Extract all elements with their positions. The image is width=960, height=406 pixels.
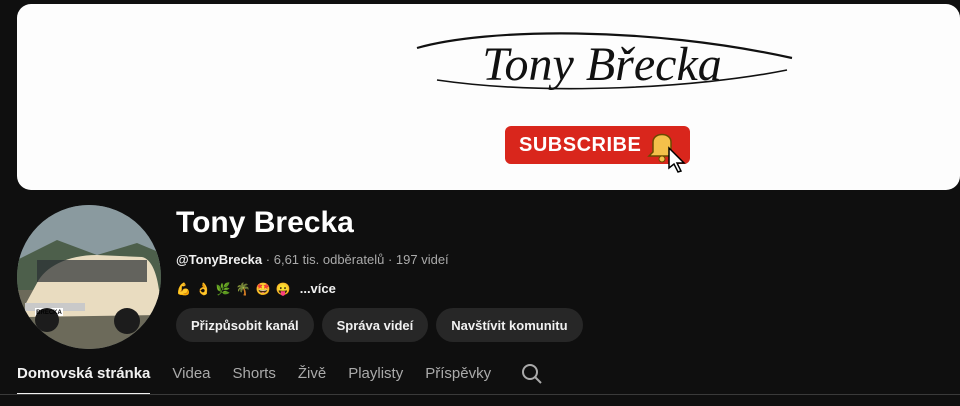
banner-subscribe-graphic: SUBSCRIBE (505, 126, 690, 173)
subscriber-count: 6,61 tis. odběratelů (273, 252, 385, 267)
tab-home[interactable]: Domovská stránka (17, 355, 151, 395)
channel-name: Tony Brecka (176, 206, 354, 239)
video-count: 197 videí (395, 252, 449, 267)
channel-tabs: Domovská stránka Videa Shorts Živě Playl… (17, 355, 960, 395)
channel-banner: Tony Břecka SUBSCRIBE (17, 4, 960, 190)
customize-channel-button[interactable]: Přizpůsobit kanál (176, 308, 314, 342)
tab-posts[interactable]: Příspěvky (425, 355, 491, 393)
tab-playlists[interactable]: Playlisty (348, 355, 403, 393)
avatar-plate-text: BRECKA (36, 310, 62, 316)
emoji-palm: 🌴 (235, 281, 251, 296)
emoji-herb: 🌿 (215, 281, 231, 296)
emoji-star-struck: 🤩 (255, 281, 271, 296)
channel-action-buttons: Přizpůsobit kanál Správa videí Navštívit… (176, 308, 583, 342)
banner-logo: Tony Břecka (416, 32, 793, 91)
tabs-divider (0, 394, 960, 395)
manage-videos-button[interactable]: Správa videí (321, 308, 429, 342)
channel-description[interactable]: 💪 👌 🌿 🌴 🤩 😛 ...více (176, 281, 336, 296)
channel-avatar[interactable]: BRECKA (17, 205, 161, 349)
tab-shorts[interactable]: Shorts (233, 355, 276, 393)
emoji-flexed-biceps: 💪 (176, 281, 191, 296)
tab-live[interactable]: Živě (298, 355, 326, 393)
bell-icon (647, 133, 686, 173)
banner-logo-text: Tony Břecka (482, 38, 722, 91)
subscribe-label: SUBSCRIBE (519, 133, 642, 156)
search-icon[interactable] (521, 355, 543, 390)
tab-videos[interactable]: Videa (172, 355, 210, 393)
more-link[interactable]: ...více (300, 281, 336, 296)
channel-meta: @TonyBrecka · 6,61 tis. odběratelů · 197… (176, 252, 449, 267)
channel-handle: @TonyBrecka (176, 252, 263, 267)
visit-community-button[interactable]: Navštívit komunitu (436, 308, 583, 342)
emoji-tongue: 😛 (275, 281, 291, 296)
meta-separator: · (387, 252, 393, 267)
avatar-car-image: BRECKA (17, 205, 161, 349)
emoji-ok-hand: 👌 (195, 281, 211, 296)
meta-separator: · (265, 252, 271, 267)
